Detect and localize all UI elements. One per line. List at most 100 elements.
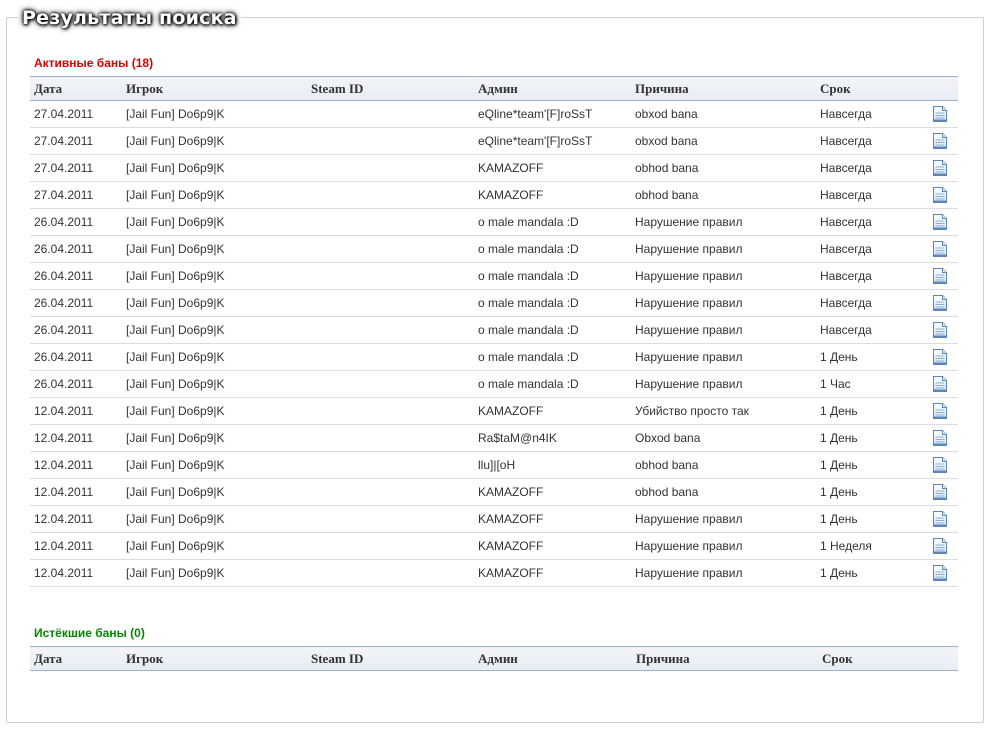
cell-date: 26.04.2011 bbox=[30, 316, 122, 344]
cell-player: [Jail Fun] Do6p9|K bbox=[122, 478, 307, 506]
column-header-player: Игрок bbox=[122, 646, 307, 671]
document-icon[interactable] bbox=[933, 511, 947, 527]
cell-steam-id bbox=[307, 100, 474, 128]
table-row[interactable]: 12.04.2011 [Jail Fun] Do6p9|K KAMAZOFF o… bbox=[30, 478, 958, 506]
cell-date: 26.04.2011 bbox=[30, 370, 122, 398]
document-icon[interactable] bbox=[933, 241, 947, 257]
column-header-reason: Причина bbox=[632, 646, 818, 671]
cell-date: 12.04.2011 bbox=[30, 451, 122, 479]
table-row[interactable]: 26.04.2011 [Jail Fun] Do6p9|K o male man… bbox=[30, 370, 958, 398]
document-icon[interactable] bbox=[933, 349, 947, 365]
cell-term: Навсегда bbox=[816, 181, 922, 209]
cell-term: Навсегда bbox=[816, 154, 922, 182]
cell-admin: KAMAZOFF bbox=[474, 505, 631, 533]
cell-reason: Убийство просто так bbox=[631, 397, 816, 425]
cell-reason: Нарушение правил bbox=[631, 370, 816, 398]
cell-player: [Jail Fun] Do6p9|K bbox=[122, 127, 307, 155]
table-row[interactable]: 26.04.2011 [Jail Fun] Do6p9|K o male man… bbox=[30, 235, 958, 263]
table-row[interactable]: 26.04.2011 [Jail Fun] Do6p9|K o male man… bbox=[30, 262, 958, 290]
cell-player: [Jail Fun] Do6p9|K bbox=[122, 532, 307, 560]
cell-player: [Jail Fun] Do6p9|K bbox=[122, 505, 307, 533]
table-row[interactable]: 12.04.2011 [Jail Fun] Do6p9|K KAMAZOFF Н… bbox=[30, 559, 958, 587]
active-bans-title: Активные баны (18) bbox=[34, 56, 154, 70]
cell-term: Навсегда bbox=[816, 208, 922, 236]
document-icon[interactable] bbox=[933, 106, 947, 122]
document-icon[interactable] bbox=[933, 538, 947, 554]
table-row[interactable]: 26.04.2011 [Jail Fun] Do6p9|K o male man… bbox=[30, 343, 958, 371]
document-icon[interactable] bbox=[933, 403, 947, 419]
table-row[interactable]: 26.04.2011 [Jail Fun] Do6p9|K o male man… bbox=[30, 316, 958, 344]
document-icon[interactable] bbox=[933, 376, 947, 392]
table-row[interactable]: 12.04.2011 [Jail Fun] Do6p9|K KAMAZOFF У… bbox=[30, 397, 958, 425]
cell-date: 26.04.2011 bbox=[30, 262, 122, 290]
cell-steam-id bbox=[307, 208, 474, 236]
cell-admin: o male mandala :D bbox=[474, 316, 631, 344]
cell-details bbox=[922, 262, 958, 290]
document-icon[interactable] bbox=[933, 565, 947, 581]
cell-admin: KAMAZOFF bbox=[474, 478, 631, 506]
document-icon[interactable] bbox=[933, 484, 947, 500]
cell-date: 26.04.2011 bbox=[30, 343, 122, 371]
cell-details bbox=[922, 370, 958, 398]
cell-steam-id bbox=[307, 154, 474, 182]
table-row[interactable]: 12.04.2011 [Jail Fun] Do6p9|K llu]|[oH o… bbox=[30, 451, 958, 479]
cell-player: [Jail Fun] Do6p9|K bbox=[122, 154, 307, 182]
table-row[interactable]: 27.04.2011 [Jail Fun] Do6p9|K eQline*tea… bbox=[30, 100, 958, 128]
cell-date: 27.04.2011 bbox=[30, 127, 122, 155]
cell-player: [Jail Fun] Do6p9|K bbox=[122, 397, 307, 425]
cell-term: 1 Неделя bbox=[816, 532, 922, 560]
cell-term: Навсегда bbox=[816, 289, 922, 317]
cell-player: [Jail Fun] Do6p9|K bbox=[122, 424, 307, 452]
table-row[interactable]: 12.04.2011 [Jail Fun] Do6p9|K Ra$taM@n4I… bbox=[30, 424, 958, 452]
table-row[interactable]: 12.04.2011 [Jail Fun] Do6p9|K KAMAZOFF Н… bbox=[30, 532, 958, 560]
table-row[interactable]: 27.04.2011 [Jail Fun] Do6p9|K KAMAZOFF o… bbox=[30, 181, 958, 209]
cell-player: [Jail Fun] Do6p9|K bbox=[122, 208, 307, 236]
document-icon[interactable] bbox=[933, 322, 947, 338]
cell-date: 12.04.2011 bbox=[30, 478, 122, 506]
document-icon[interactable] bbox=[933, 430, 947, 446]
cell-term: 1 Час bbox=[816, 370, 922, 398]
table-row[interactable]: 26.04.2011 [Jail Fun] Do6p9|K o male man… bbox=[30, 208, 958, 236]
table-row[interactable]: 12.04.2011 [Jail Fun] Do6p9|K KAMAZOFF Н… bbox=[30, 505, 958, 533]
expired-bans-table: Дата Игрок Steam ID Админ Причина Срок bbox=[30, 646, 958, 671]
document-icon[interactable] bbox=[933, 133, 947, 149]
cell-player: [Jail Fun] Do6p9|K bbox=[122, 181, 307, 209]
table-row[interactable]: 27.04.2011 [Jail Fun] Do6p9|K eQline*tea… bbox=[30, 127, 958, 155]
cell-steam-id bbox=[307, 451, 474, 479]
document-icon[interactable] bbox=[933, 268, 947, 284]
cell-date: 12.04.2011 bbox=[30, 505, 122, 533]
document-icon[interactable] bbox=[933, 214, 947, 230]
document-icon[interactable] bbox=[933, 457, 947, 473]
document-icon[interactable] bbox=[933, 160, 947, 176]
cell-player: [Jail Fun] Do6p9|K bbox=[122, 451, 307, 479]
cell-reason: Нарушение правил bbox=[631, 505, 816, 533]
cell-details bbox=[922, 181, 958, 209]
table-row[interactable]: 26.04.2011 [Jail Fun] Do6p9|K o male man… bbox=[30, 289, 958, 317]
page-title: Результаты поиска bbox=[18, 5, 241, 31]
cell-reason: Нарушение правил bbox=[631, 559, 816, 587]
cell-reason: obxod bana bbox=[631, 100, 816, 128]
cell-term: 1 День bbox=[816, 424, 922, 452]
cell-term: Навсегда bbox=[816, 262, 922, 290]
column-header-steam-id: Steam ID bbox=[307, 646, 474, 671]
cell-details bbox=[922, 478, 958, 506]
column-header-steam-id: Steam ID bbox=[307, 76, 474, 101]
cell-reason: Obxod bana bbox=[631, 424, 816, 452]
cell-steam-id bbox=[307, 370, 474, 398]
cell-date: 27.04.2011 bbox=[30, 100, 122, 128]
cell-reason: Нарушение правил bbox=[631, 343, 816, 371]
table-row[interactable]: 27.04.2011 [Jail Fun] Do6p9|K KAMAZOFF o… bbox=[30, 154, 958, 182]
column-header-date: Дата bbox=[30, 76, 122, 101]
cell-admin: KAMAZOFF bbox=[474, 532, 631, 560]
cell-reason: Нарушение правил bbox=[631, 208, 816, 236]
cell-reason: obhod bana bbox=[631, 154, 816, 182]
document-icon[interactable] bbox=[933, 295, 947, 311]
cell-details bbox=[922, 100, 958, 128]
cell-player: [Jail Fun] Do6p9|K bbox=[122, 262, 307, 290]
cell-admin: eQline*team'[F]roSsT bbox=[474, 100, 631, 128]
document-icon[interactable] bbox=[933, 187, 947, 203]
cell-steam-id bbox=[307, 262, 474, 290]
cell-steam-id bbox=[307, 559, 474, 587]
cell-reason: Нарушение правил bbox=[631, 316, 816, 344]
cell-admin: eQline*team'[F]roSsT bbox=[474, 127, 631, 155]
